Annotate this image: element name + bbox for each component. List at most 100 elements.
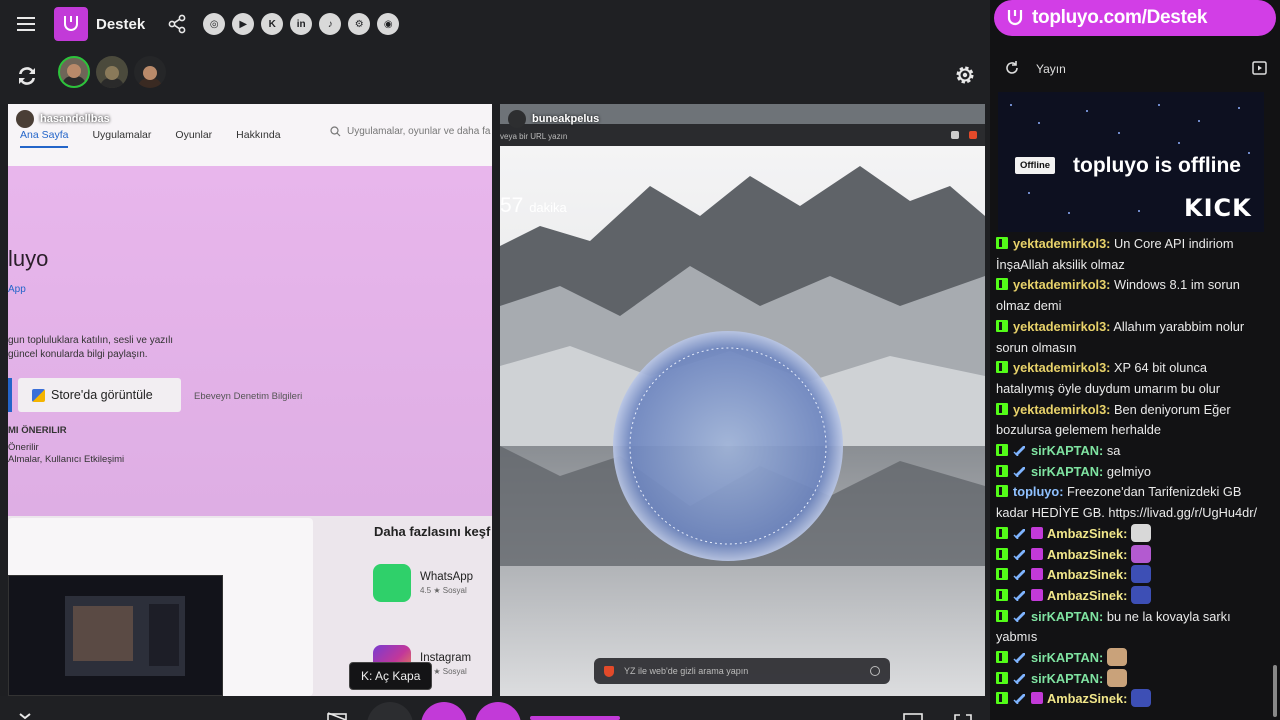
subscriber-badge-icon xyxy=(1031,526,1043,539)
subscriber-badge-icon xyxy=(1031,588,1043,601)
chat-username[interactable]: AmbazSinek: xyxy=(1047,588,1127,603)
earned-label: Kazanıldı xyxy=(500,222,534,231)
chat-username[interactable]: AmbazSinek: xyxy=(1047,567,1127,582)
screen-share-left[interactable]: Ana Sayfa Uygulamalar Oyunlar Hakkında Uygu… xyxy=(8,104,492,696)
star-decoration xyxy=(1038,122,1040,124)
chat-username[interactable]: yektademirkol3: xyxy=(1013,277,1110,292)
menu-icon[interactable] xyxy=(0,0,52,48)
star-decoration xyxy=(1198,120,1200,122)
self-preview-thumbnail[interactable] xyxy=(8,575,223,696)
kick-badge-icon xyxy=(996,464,1008,477)
tiktok-icon[interactable]: ♪ xyxy=(319,13,342,35)
app-root: Destek ◎ ▶ Kin ♪ ⚙ ◉ Ana Sayfa Uygulamalar Oyun… xyxy=(0,0,1280,720)
emote-icon xyxy=(1130,565,1151,584)
subscriber-badge-icon xyxy=(1031,568,1043,581)
sword-badge-icon xyxy=(1013,608,1027,623)
kick-badge-icon xyxy=(996,319,1008,332)
app-description: gun topluluklara katılın, sesli ve yazıl… xyxy=(8,334,228,362)
star-decoration xyxy=(1010,104,1012,106)
kick-badge-icon xyxy=(996,278,1008,291)
kick-logo: KICK xyxy=(1184,194,1252,222)
chat-username[interactable]: sirKAPTAN: xyxy=(1031,443,1103,458)
popout-icon[interactable] xyxy=(1252,61,1267,75)
emote-icon xyxy=(1106,668,1127,687)
chat-username[interactable]: AmbazSinek: xyxy=(1047,526,1127,541)
brand-name[interactable]: Destek xyxy=(96,16,145,33)
avatar[interactable] xyxy=(96,56,128,88)
chat-username[interactable]: yektademirkol3: xyxy=(1013,319,1110,334)
tooltip: K: Aç Kapa xyxy=(349,662,433,690)
banner-text: topluyo.com/Destek xyxy=(1032,7,1208,28)
store-nav-item: Ana Sayfa xyxy=(20,129,69,148)
support-banner[interactable]: topluyo.com/Destek xyxy=(990,0,1280,38)
chat-username[interactable]: sirKAPTAN: xyxy=(1031,609,1103,624)
tab-stream[interactable]: Yayın xyxy=(1036,62,1066,76)
sword-badge-icon xyxy=(1013,587,1027,602)
chat-username[interactable]: yektademirkol3: xyxy=(1013,236,1110,251)
minutes-unit: dakika xyxy=(529,200,567,215)
address-placeholder: veya bir URL yazın xyxy=(500,132,568,141)
brand-logo-icon[interactable] xyxy=(54,7,88,41)
minutes-value: 57 xyxy=(500,194,524,217)
youtube-icon[interactable]: ▶ xyxy=(232,13,255,35)
sword-badge-icon xyxy=(1013,670,1027,685)
kick-badge-icon xyxy=(996,526,1008,539)
steam-icon[interactable]: ⚙ xyxy=(348,13,371,35)
related-app-name: WhatsApp xyxy=(420,571,474,583)
chat-username[interactable]: sirKAPTAN: xyxy=(1031,650,1103,665)
search-pill-text: YZ ile web'de gizli arama yapın xyxy=(624,666,749,676)
star-decoration xyxy=(1158,104,1160,106)
chat-message: sirKAPTAN: xyxy=(996,648,1268,669)
volume-slider[interactable] xyxy=(530,716,620,720)
kick-badge-icon xyxy=(996,568,1008,581)
sword-badge-icon xyxy=(1013,566,1027,581)
chat-username[interactable]: yektademirkol3: xyxy=(1013,402,1110,417)
kick-badge-icon xyxy=(996,547,1008,560)
related-app: WhatsApp 4.5 ★ Sosyal xyxy=(373,564,473,602)
chat-message: AmbazSinek: xyxy=(996,565,1268,586)
iceberg-wallpaper xyxy=(500,146,985,696)
chat-message: AmbazSinek: xyxy=(996,544,1268,566)
chat-username[interactable]: sirKAPTAN: xyxy=(1031,671,1103,686)
github-icon[interactable]: ◉ xyxy=(377,13,400,35)
stream-owner: buneakpelus xyxy=(508,110,599,128)
sword-badge-icon xyxy=(1013,463,1027,478)
star-decoration xyxy=(1028,192,1030,194)
chat-username[interactable]: topluyo: xyxy=(1013,484,1063,499)
screen-share-right[interactable]: veya bir URL yazın buneakpelus 57 dakika… xyxy=(500,104,985,696)
search-icon xyxy=(870,666,880,676)
chat-username[interactable]: yektademirkol3: xyxy=(1013,360,1110,375)
chat-username[interactable]: AmbazSinek: xyxy=(1047,691,1127,706)
chat-message: yektademirkol3: Windows 8.1 im sorun olm… xyxy=(996,275,1268,316)
sword-badge-icon xyxy=(1013,690,1027,705)
refresh-icon[interactable] xyxy=(1004,60,1020,76)
desc-line: güncel konularda bilgi paylaşın. xyxy=(8,349,148,360)
subscriber-badge-icon xyxy=(1031,547,1043,560)
offline-title: topluyo is offline xyxy=(1073,154,1241,177)
mail-icon[interactable] xyxy=(902,704,924,720)
share-icon[interactable] xyxy=(167,14,187,34)
chat-scrollbar[interactable] xyxy=(1272,240,1278,720)
rating-title: MI ÖNERILIR xyxy=(8,425,67,436)
linkedin-icon[interactable]: in xyxy=(290,13,313,35)
stream-owner-name: hasandellbas xyxy=(40,113,110,125)
chat-username[interactable]: sirKAPTAN: xyxy=(1031,464,1103,479)
gear-icon[interactable] xyxy=(953,63,977,87)
chevron-down-icon[interactable] xyxy=(14,704,36,720)
store-icon xyxy=(32,388,45,402)
instagram-icon[interactable]: ◎ xyxy=(203,13,226,35)
chat-username[interactable]: AmbazSinek: xyxy=(1047,547,1127,562)
kick-badge-icon xyxy=(996,588,1008,601)
avatar[interactable] xyxy=(58,56,90,88)
chat-message: yektademirkol3: Un Core API indiriom İnş… xyxy=(996,234,1268,275)
screen-share-off-icon[interactable] xyxy=(326,704,348,720)
chat-message: AmbazSinek: xyxy=(996,523,1268,545)
fullscreen-icon[interactable] xyxy=(952,704,974,720)
avatar[interactable] xyxy=(134,56,166,88)
kick-badge-icon xyxy=(996,402,1008,415)
chat-message: sirKAPTAN: xyxy=(996,668,1268,690)
kick-icon[interactable]: K xyxy=(261,13,284,35)
chat-messages: yektademirkol3: Un Core API indiriom İnş… xyxy=(996,234,1268,710)
sync-icon[interactable] xyxy=(14,63,40,89)
star-decoration xyxy=(1068,212,1070,214)
